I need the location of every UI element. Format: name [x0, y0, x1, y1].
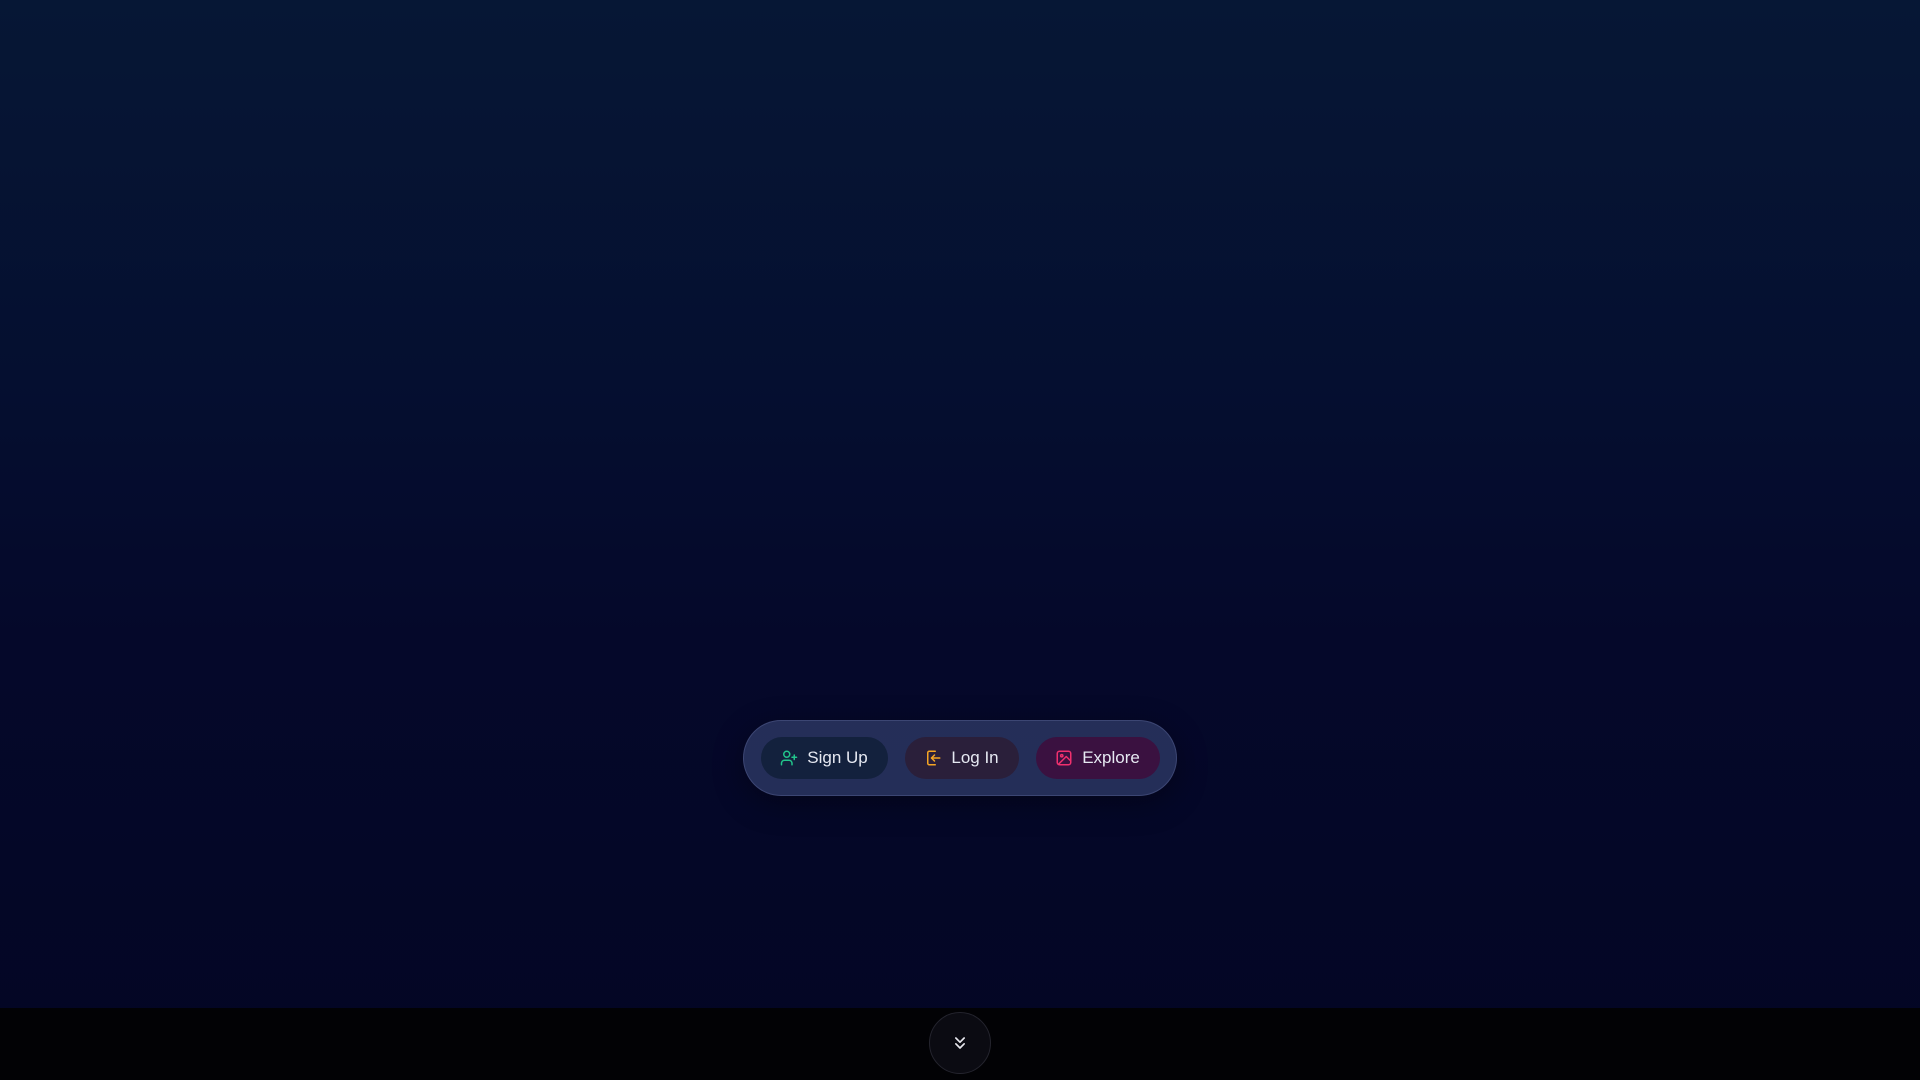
sign-up-button[interactable]: Sign Up: [760, 737, 888, 779]
image-icon: [1055, 749, 1073, 767]
hero-background: [0, 0, 1920, 1008]
user-plus-icon: [780, 749, 798, 767]
explore-label: Explore: [1082, 748, 1140, 767]
sign-up-label: Sign Up: [807, 748, 868, 767]
explore-button[interactable]: Explore: [1035, 737, 1160, 779]
scroll-down-button[interactable]: [929, 1012, 991, 1074]
action-bar: Sign Up Log In Explore: [743, 720, 1177, 796]
log-in-icon: [924, 749, 942, 767]
log-in-label: Log In: [951, 748, 999, 767]
chevrons-down-icon: [950, 1033, 970, 1053]
log-in-button[interactable]: Log In: [904, 737, 1019, 779]
